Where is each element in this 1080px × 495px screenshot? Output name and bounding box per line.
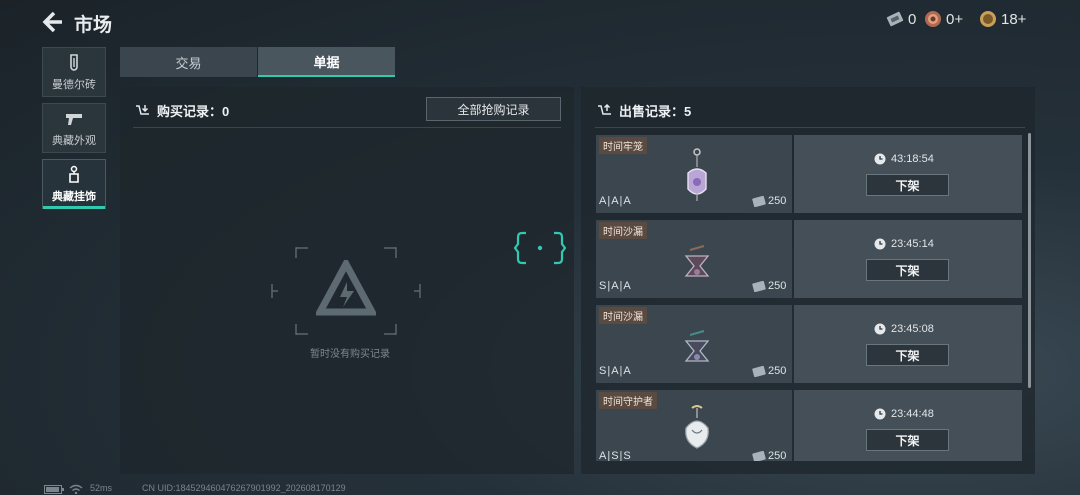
item-grade: A|S|S (599, 450, 632, 461)
sell-record-card: 时间沙漏 S|A|A 250 23:45:08 下架 (596, 305, 1022, 383)
back-arrow-icon[interactable] (40, 8, 66, 36)
tab-label: 单据 (313, 54, 340, 70)
ticket-icon (752, 280, 766, 292)
price-value: 250 (768, 280, 787, 292)
item-actions: 23:45:14 下架 (794, 220, 1022, 298)
button-label: 下架 (895, 263, 920, 278)
delist-button[interactable]: 下架 (866, 174, 949, 196)
buy-records-header: 购买记录：0 (135, 101, 229, 120)
currency-tickets: 0 (886, 10, 916, 28)
item-grade: A|A|A (599, 195, 632, 207)
item-info: 时间牢笼 A|A|A 250 (596, 135, 792, 213)
price-value: 250 (768, 450, 787, 461)
item-price: 250 (752, 195, 786, 207)
hourglass-charm-icon (684, 245, 710, 277)
currency-medals: 0+ (924, 10, 963, 28)
coin-count: 18+ (1001, 10, 1027, 28)
ticket-icon (752, 195, 766, 207)
sidebar-item-charms[interactable]: 典藏挂饰 (42, 159, 106, 209)
uid-readout: CN UID:1845294604762679019​92_2026081701… (142, 483, 346, 493)
item-name-tag: 时间沙漏 (599, 307, 647, 324)
sell-record-card: 时间沙漏 S|A|A 250 23:45:14 下架 (596, 220, 1022, 298)
ticket-icon (752, 365, 766, 377)
button-label: 下架 (895, 178, 920, 193)
buy-download-icon (136, 104, 149, 115)
all-purchase-records-button[interactable]: 全部抢购记录 (426, 97, 561, 121)
button-label: 全部抢购记录 (457, 102, 530, 117)
tab-orders[interactable]: 单据 (258, 47, 395, 77)
delist-button[interactable]: 下架 (866, 344, 949, 366)
sidebar-item-label: 典藏挂饰 (52, 190, 96, 203)
divider (595, 127, 1025, 128)
button-label: 下架 (895, 348, 920, 363)
ticket-icon (886, 11, 904, 27)
item-actions: 43:18:54 下架 (794, 135, 1022, 213)
ticket-icon (752, 450, 766, 461)
ticket-count: 0 (908, 10, 917, 28)
time-value: 23:45:14 (891, 238, 934, 250)
item-info: 时间沙漏 S|A|A 250 (596, 305, 792, 383)
clock-icon (874, 153, 886, 165)
remaining-time: 23:45:08 (874, 323, 934, 335)
item-price: 250 (752, 450, 786, 461)
price-value: 250 (768, 365, 787, 377)
time-value: 23:45:08 (891, 323, 934, 335)
item-actions: 23:44:48 下架 (794, 390, 1022, 461)
buy-records-title: 购买记录：0 (157, 104, 230, 119)
sidebar-item-label: 典藏外观 (52, 134, 96, 147)
item-name-tag: 时间守护者 (599, 392, 657, 409)
clock-icon (874, 238, 886, 250)
sell-list-scrollbar[interactable] (1028, 133, 1031, 388)
remaining-time: 23:44:48 (874, 408, 934, 420)
sell-upload-icon (598, 103, 611, 115)
item-price: 250 (752, 280, 786, 292)
clock-icon (874, 408, 886, 420)
sell-records-title: 出售记录：5 (619, 104, 692, 119)
sidebar-item-skins[interactable]: 典藏外观 (42, 103, 106, 153)
guardian-charm-icon (685, 405, 709, 449)
item-name-tag: 时间牢笼 (599, 137, 647, 154)
item-info: 时间沙漏 S|A|A 250 (596, 220, 792, 298)
time-value: 43:18:54 (891, 153, 934, 165)
battery-icon (44, 485, 64, 494)
medal-count: 0+ (946, 10, 964, 28)
pistol-icon (66, 113, 82, 125)
empty-logo-icon (316, 260, 376, 316)
hourglass-charm-icon (684, 330, 710, 362)
item-grade: S|A|A (599, 365, 632, 377)
sell-record-card: 时间牢笼 A|A|A 250 43:18:54 下架 (596, 135, 1022, 213)
price-value: 250 (768, 195, 787, 207)
bracket-icon (514, 231, 566, 265)
item-info: 时间守护者 A|S|S 250 (596, 390, 792, 461)
tab-label: 交易 (175, 55, 202, 71)
remaining-time: 23:45:14 (874, 238, 934, 250)
sidebar-item-label: 曼德尔砖 (52, 78, 96, 91)
delist-button[interactable]: 下架 (866, 259, 949, 281)
button-label: 下架 (895, 433, 920, 448)
item-price: 250 (752, 365, 786, 377)
clock-icon (874, 323, 886, 335)
ping-readout: 52ms (90, 483, 113, 493)
divider (133, 127, 561, 128)
delist-button[interactable]: 下架 (866, 429, 949, 451)
tab-trade[interactable]: 交易 (120, 47, 257, 77)
sidebar-item-mandel-brick[interactable]: 曼德尔砖 (42, 47, 106, 97)
remaining-time: 43:18:54 (874, 153, 934, 165)
medal-icon (925, 11, 941, 27)
coin-icon (980, 11, 996, 27)
time-value: 23:44:48 (891, 408, 934, 420)
cage-charm-icon (687, 148, 707, 201)
item-actions: 23:45:08 下架 (794, 305, 1022, 383)
item-grade: S|A|A (599, 280, 632, 292)
charm-icon (69, 165, 79, 183)
brick-icon (70, 53, 78, 71)
empty-state-text: 暂时没有购买记录 (310, 349, 390, 360)
wifi-icon (69, 484, 83, 494)
sell-records-header: 出售记录：5 (597, 101, 691, 120)
sell-record-card: 时间守护者 A|S|S 250 23:44:48 下架 (596, 390, 1022, 461)
page-title: 市场 (74, 15, 113, 36)
currency-coins: 18+ (979, 10, 1026, 28)
item-name-tag: 时间沙漏 (599, 222, 647, 239)
